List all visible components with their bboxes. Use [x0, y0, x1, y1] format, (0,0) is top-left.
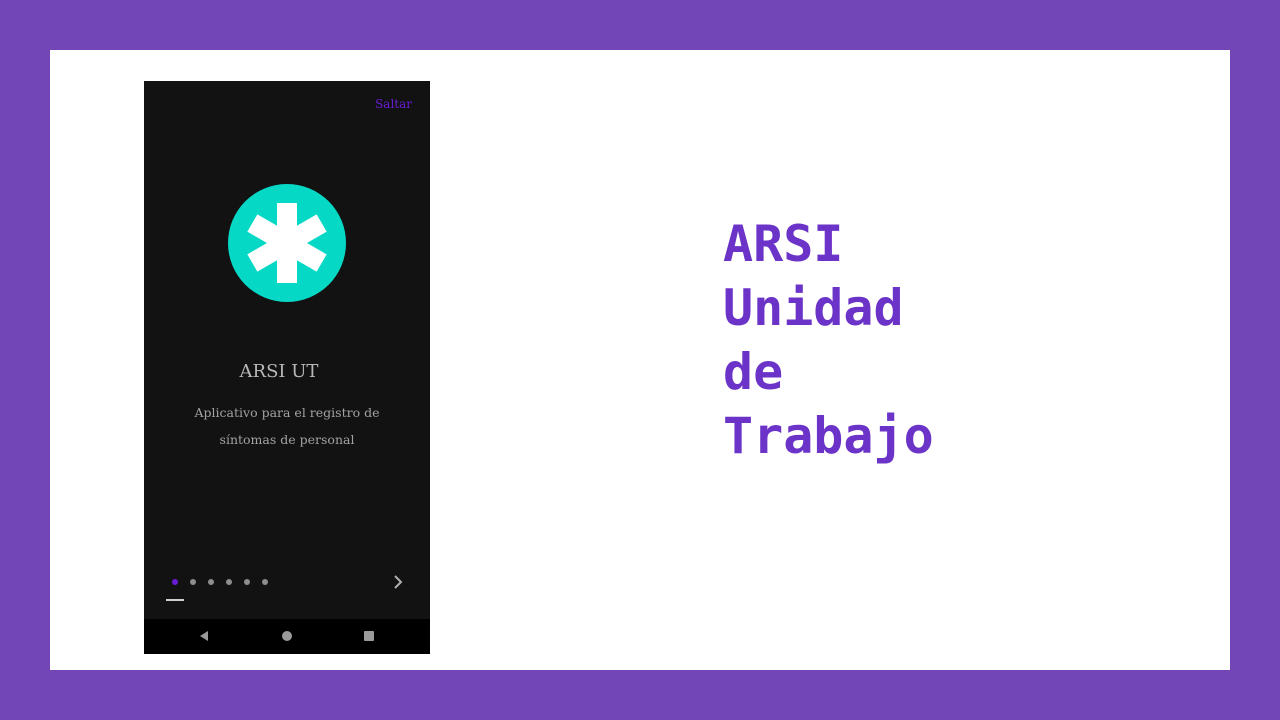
- phone-screenshot: Saltar ARSI UT Aplicativo para el regist…: [144, 81, 430, 654]
- page-dot[interactable]: [208, 579, 214, 585]
- headline-line: Trabajo: [723, 407, 934, 465]
- page-dot[interactable]: [226, 579, 232, 585]
- page-dot[interactable]: [190, 579, 196, 585]
- headline-line: de: [723, 343, 784, 401]
- back-triangle-icon[interactable]: [197, 629, 211, 643]
- android-navigation-bar: [144, 619, 430, 654]
- skip-button[interactable]: Saltar: [375, 97, 412, 111]
- slide-card: Saltar ARSI UT Aplicativo para el regist…: [50, 50, 1230, 670]
- headline: ARSI Unidad de Trabajo: [723, 212, 934, 468]
- page-indicator: [172, 579, 268, 585]
- page-dot[interactable]: [244, 579, 250, 585]
- active-page-underline: [166, 599, 184, 601]
- page-dot[interactable]: [262, 579, 268, 585]
- headline-line: Unidad: [723, 279, 904, 337]
- medical-asterisk-icon: [228, 184, 346, 302]
- page-dot[interactable]: [172, 579, 178, 585]
- app-title: ARSI UT: [239, 361, 319, 382]
- chevron-right-icon[interactable]: [390, 574, 406, 590]
- headline-line: ARSI: [723, 215, 844, 273]
- recent-square-icon[interactable]: [362, 629, 376, 643]
- app-description: Aplicativo para el registro de síntomas …: [194, 405, 380, 447]
- home-circle-icon[interactable]: [280, 629, 294, 643]
